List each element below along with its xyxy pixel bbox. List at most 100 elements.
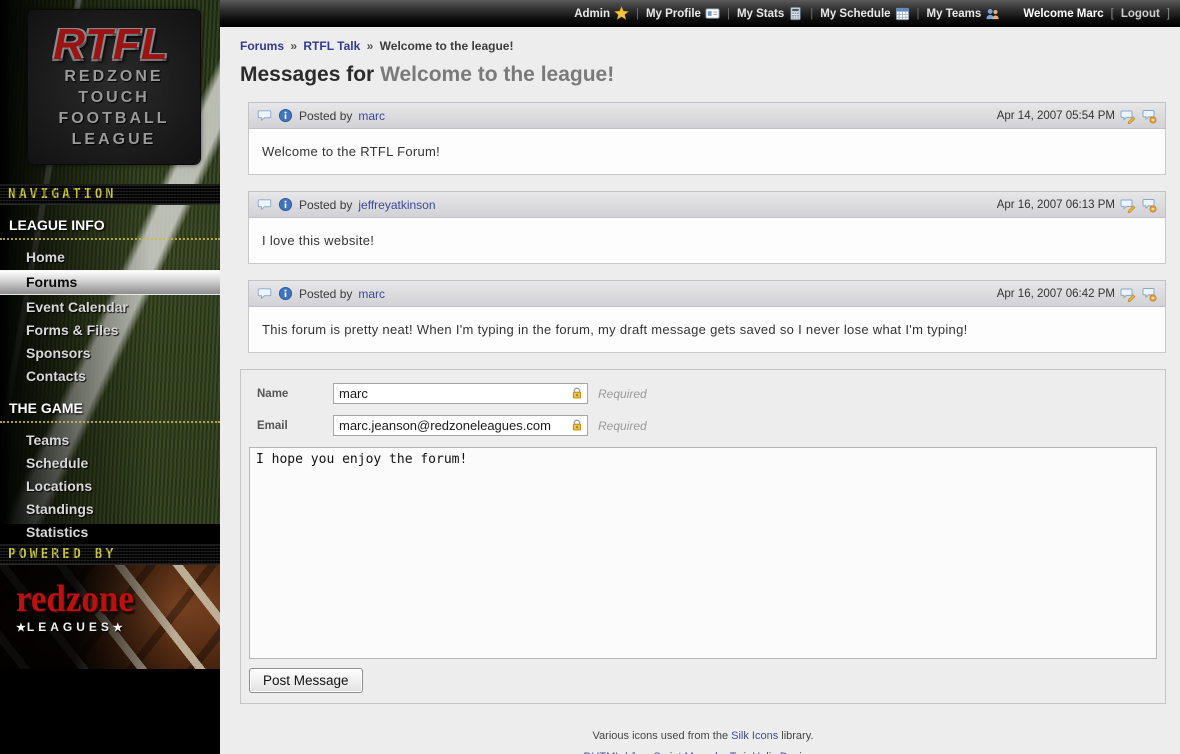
footer-line-icons: Various icons used from the Silk Icons l… [240,726,1166,747]
message-date: Apr 16, 2007 06:13 PM [997,199,1115,211]
info-icon[interactable] [278,108,293,123]
message-post: Posted by marc Apr 14, 2007 05:54 PM Wel… [248,102,1166,175]
topbar-item-my-profile[interactable]: My Profile [646,6,720,21]
sidebar-section-the-game: THE GAME Teams Schedule Locations Standi… [0,388,220,544]
sidebar-item-forums[interactable]: Forums [0,270,220,295]
message-header-left: Posted by marc [257,108,385,123]
comment-icon [257,197,272,212]
welcome-user-label: Welcome Marc [1023,8,1103,20]
rtfl-logo-line: LEAGUE [72,130,157,151]
email-row: Email Required [249,415,1157,436]
page-title: Messages for Welcome to the league! [240,63,1166,87]
message-meta: Apr 16, 2007 06:13 PM [997,197,1157,213]
info-icon[interactable] [278,286,293,301]
posted-by-label: Posted by [299,287,352,301]
sidebar-spacer [0,164,220,184]
my-stats-label: My Stats [737,8,784,20]
breadcrumb-separator: » [287,39,300,53]
reply-form: Name Required Email Required I hope you … [240,369,1166,704]
sidebar-bottom-fill [0,669,220,754]
name-row: Name Required [249,383,1157,404]
rtfl-logo-line: FOOTBALL [58,109,169,130]
message-meta: Apr 14, 2007 05:54 PM [997,108,1157,124]
silk-icons-link[interactable]: Silk Icons [731,730,778,742]
leagues-text: LEAGUES [27,620,113,634]
star-icon [614,6,629,21]
comment-remove-icon[interactable] [1141,286,1157,302]
topbar-item-my-schedule[interactable]: My Schedule [820,6,909,21]
star-glyph: ★ [16,622,27,634]
breadcrumb-link-forums[interactable]: Forums [240,39,284,53]
breadcrumb-separator: » [364,39,377,53]
email-label: Email [249,420,333,432]
sidebar-item-teams[interactable]: Teams [0,429,220,452]
redzone-leagues-logo[interactable]: redzone ★LEAGUES★ [0,565,220,669]
author-link[interactable]: marc [358,109,385,123]
sidebar-item-locations[interactable]: Locations [0,475,220,498]
powered-by-header: POWERED BY [0,544,220,565]
vcard-icon [705,6,720,21]
redzone-logo-word: redzone [16,579,220,618]
logout-bracket: ] [1167,8,1170,20]
sidebar-section-league-info: LEAGUE INFO Home Forums Event Calendar F… [0,205,220,388]
breadcrumb-link-rtfl-talk[interactable]: RTFL Talk [303,39,360,53]
name-field[interactable] [333,383,588,404]
sidebar-item-statistics[interactable]: Statistics [0,521,220,544]
message-post: Posted by jeffreyatkinson Apr 16, 2007 0… [248,191,1166,264]
footer-text: library. [778,730,813,742]
navigation-header: NAVIGATION [0,184,220,205]
topbar-item-my-stats[interactable]: My Stats [737,6,803,21]
message-header: Posted by jeffreyatkinson Apr 16, 2007 0… [248,191,1166,218]
message-date: Apr 16, 2007 06:42 PM [997,288,1115,300]
message-body: This forum is pretty neat! When I'm typi… [248,307,1166,353]
breadcrumb: Forums » RTFL Talk » Welcome to the leag… [240,39,1166,53]
message-header-left: Posted by marc [257,286,385,301]
message-textarea[interactable]: I hope you enjoy the forum! [249,447,1157,659]
footer-line-menu: DHTML / JavaScript Menu by TwinHelix Des… [240,747,1166,754]
info-icon[interactable] [278,197,293,212]
admin-label: Admin [574,8,610,20]
topbar-separator: | [810,8,813,20]
sidebar-item-contacts[interactable]: Contacts [0,365,220,388]
email-field[interactable] [333,415,588,436]
comment-remove-icon[interactable] [1141,197,1157,213]
message-body: I love this website! [248,218,1166,264]
author-link[interactable]: marc [358,287,385,301]
lock-icon [570,386,584,405]
logout-link[interactable]: Logout [1121,8,1160,20]
sidebar-item-forms-files[interactable]: Forms & Files [0,319,220,342]
breadcrumb-current: Welcome to the league! [380,39,514,53]
message-post: Posted by marc Apr 16, 2007 06:42 PM Thi… [248,280,1166,353]
sidebar-item-standings[interactable]: Standings [0,498,220,521]
logout-bracket: [ [1111,8,1114,20]
required-label: Required [598,387,647,401]
section-title-league-info: LEAGUE INFO [0,217,220,240]
sidebar-item-sponsors[interactable]: Sponsors [0,342,220,365]
sidebar-item-schedule[interactable]: Schedule [0,452,220,475]
comment-edit-icon[interactable] [1120,197,1136,213]
post-message-button[interactable]: Post Message [249,668,363,693]
my-teams-label: My Teams [927,8,982,20]
message-date: Apr 14, 2007 05:54 PM [997,110,1115,122]
rtfl-logo-acronym: RTFL [53,23,175,67]
author-link[interactable]: jeffreyatkinson [358,198,435,212]
comment-edit-icon[interactable] [1120,286,1136,302]
comment-icon [257,108,272,123]
message-header: Posted by marc Apr 14, 2007 05:54 PM [248,102,1166,129]
posted-by-label: Posted by [299,198,352,212]
section-title-the-game: THE GAME [0,400,220,423]
message-meta: Apr 16, 2007 06:42 PM [997,286,1157,302]
rtfl-logo-line: REDZONE [64,67,163,88]
sidebar-item-home[interactable]: Home [0,246,220,269]
topbar-separator: | [636,8,639,20]
lock-icon [570,418,584,437]
topbar-item-admin[interactable]: Admin [574,6,629,21]
footer-text: Various icons used from the [593,730,732,742]
comment-remove-icon[interactable] [1141,108,1157,124]
calculator-icon [788,6,803,21]
sidebar-item-event-calendar[interactable]: Event Calendar [0,296,220,319]
topbar-item-my-teams[interactable]: My Teams [927,6,1001,21]
comment-edit-icon[interactable] [1120,108,1136,124]
topbar-separator: | [917,8,920,20]
name-label: Name [249,388,333,400]
